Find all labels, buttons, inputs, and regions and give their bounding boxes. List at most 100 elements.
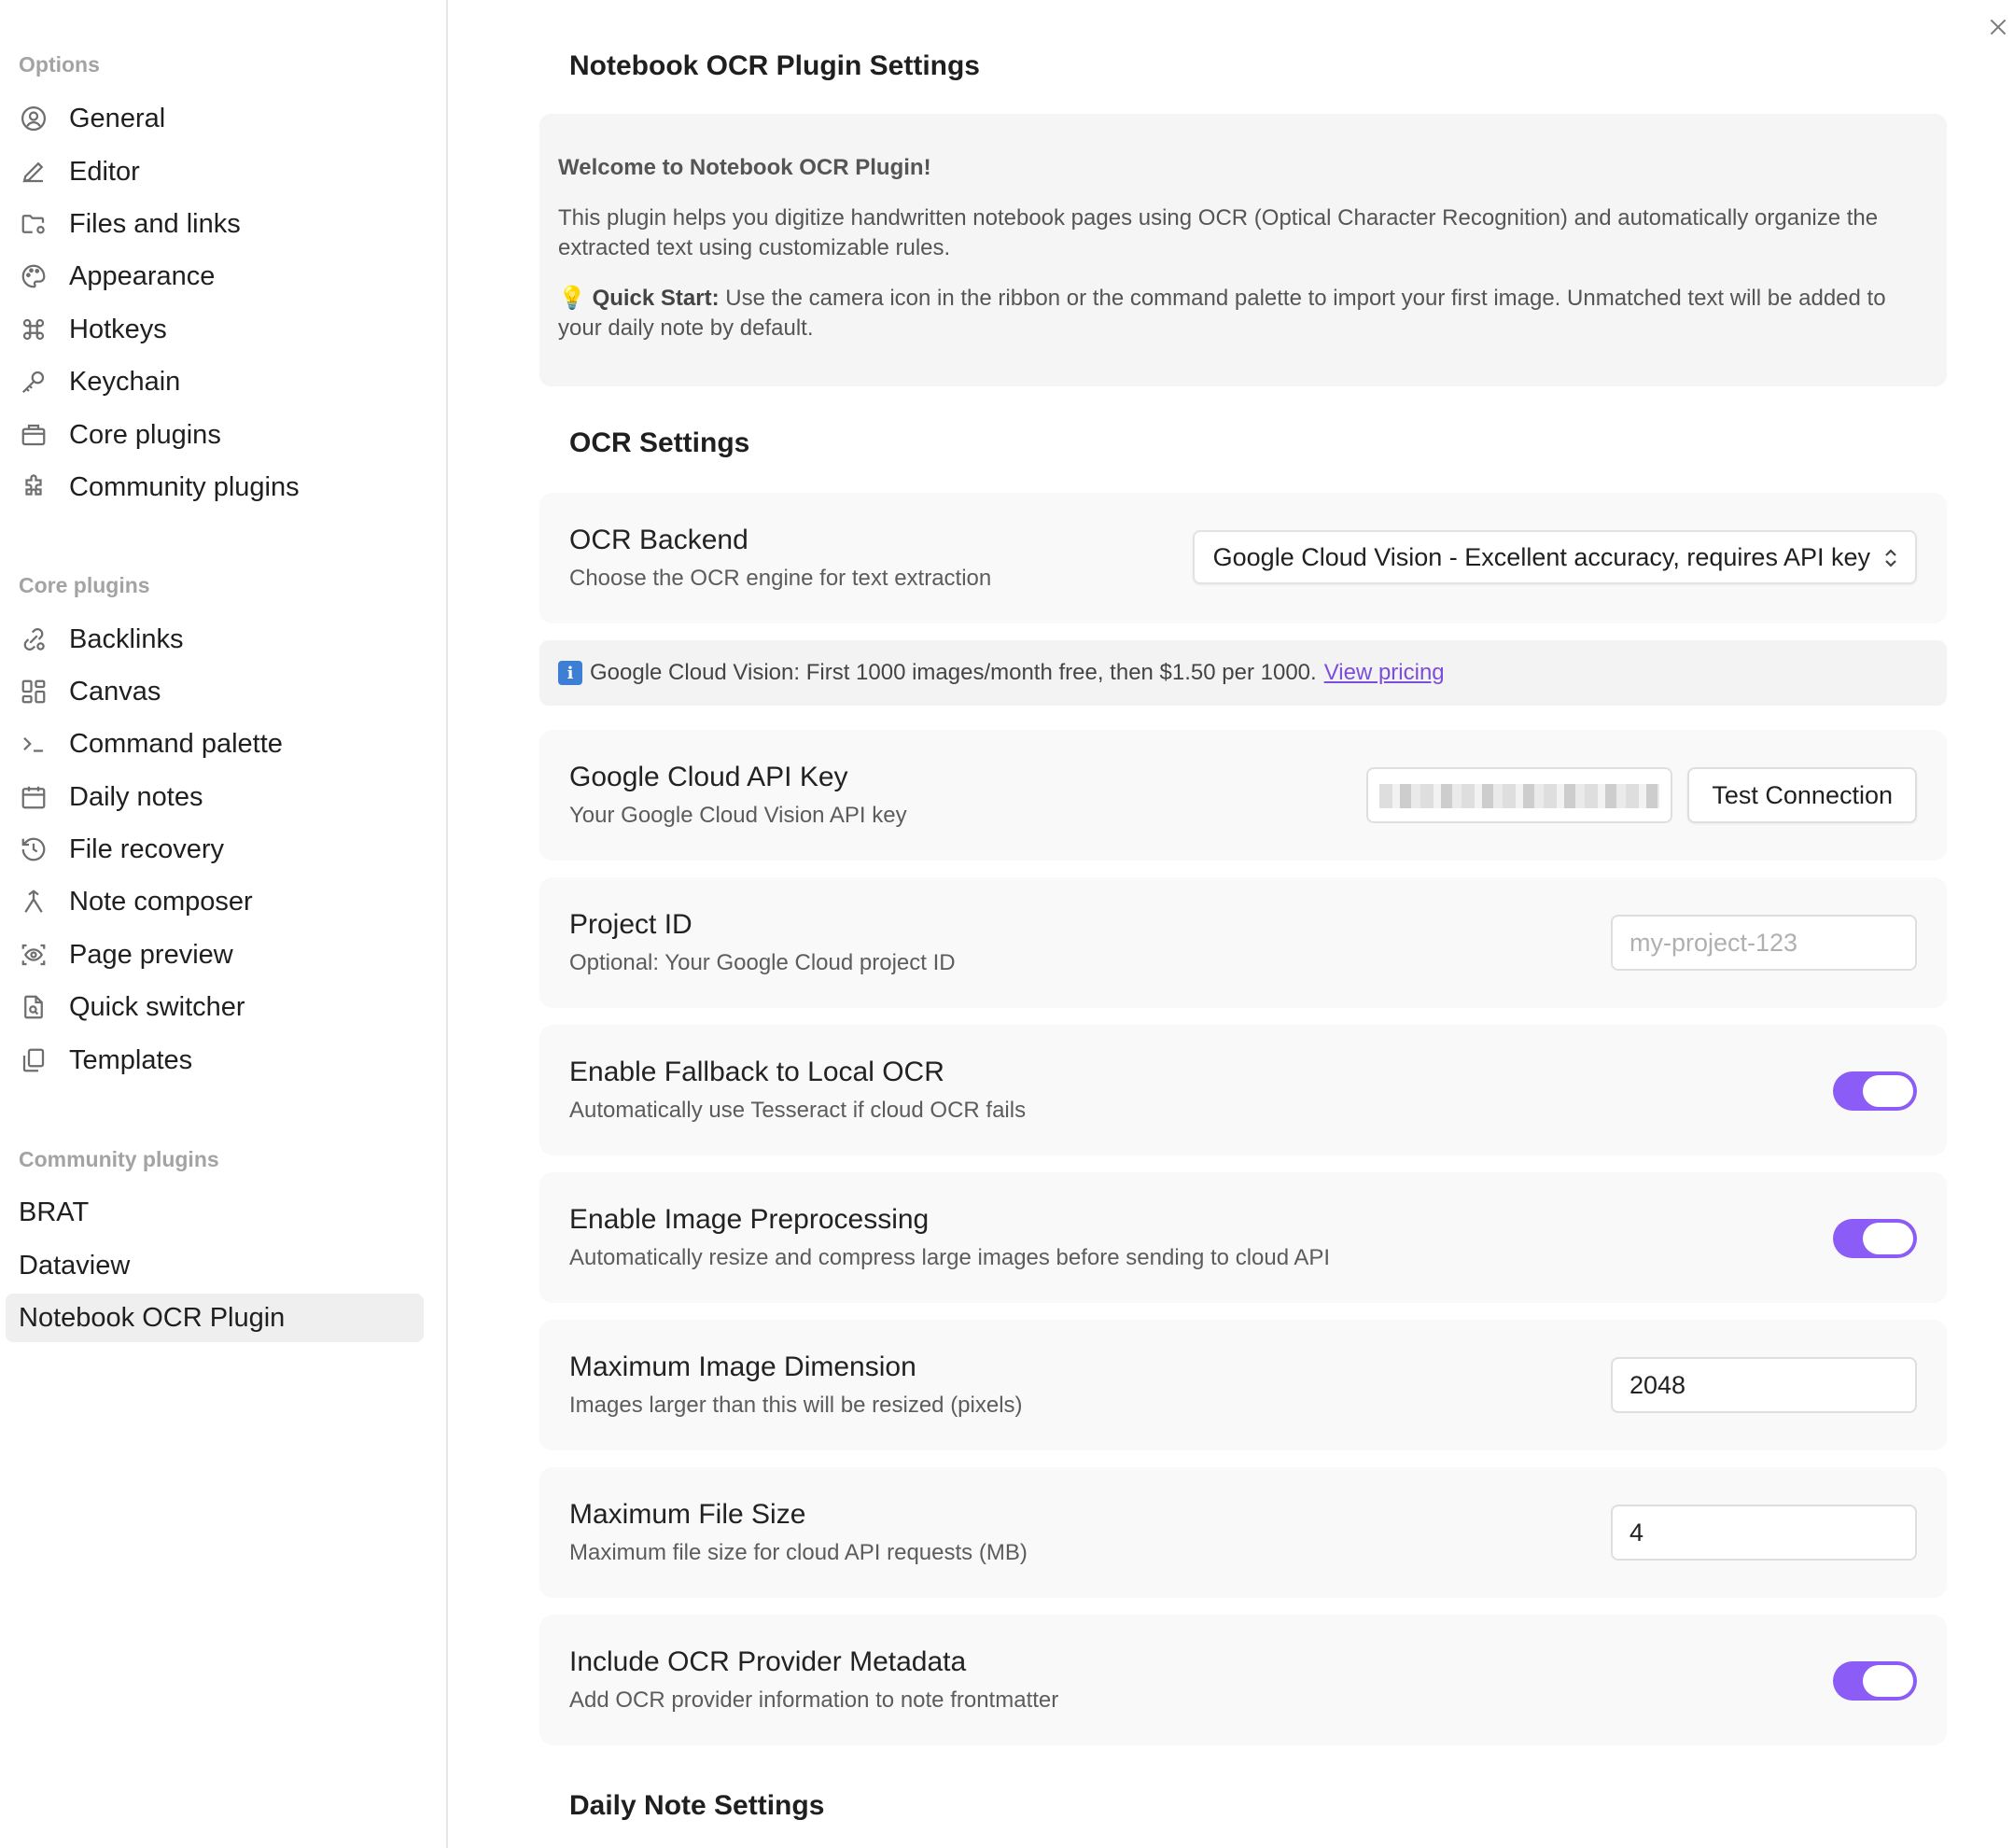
sidebar-item-label: Files and links [69, 208, 241, 239]
sidebar-item-core-plugins[interactable]: Core plugins [6, 411, 424, 459]
terminal-icon [19, 729, 49, 759]
sidebar-item-page-preview[interactable]: Page preview [6, 931, 424, 979]
sidebar-item-command-palette[interactable]: Command palette [6, 720, 424, 768]
community-plugins-heading: Community plugins [19, 1147, 219, 1171]
merge-icon [19, 887, 49, 917]
sidebar-item-label: Page preview [69, 939, 233, 970]
sidebar-item-quick-switcher[interactable]: Quick switcher [6, 983, 424, 1031]
pricing-notice: i Google Cloud Vision: First 1000 images… [539, 640, 1947, 706]
sidebar-item-label: Keychain [69, 366, 181, 397]
setting-description: Your Google Cloud Vision API key [569, 803, 907, 828]
setting-name: Include OCR Provider Metadata [569, 1646, 967, 1677]
daily-note-settings-heading: Daily Note Settings [569, 1790, 825, 1821]
sidebar-item-label: Command palette [69, 728, 283, 759]
setting-description: Add OCR provider information to note fro… [569, 1687, 1059, 1713]
setting-name: OCR Backend [569, 525, 748, 555]
user-circle-icon [19, 104, 49, 133]
core-plugins-heading: Core plugins [19, 573, 150, 597]
sidebar-item-label: Dataview [19, 1250, 131, 1281]
setting-max-image-dimension: Maximum Image Dimension Images larger th… [539, 1320, 1947, 1450]
setting-max-file-size: Maximum File Size Maximum file size for … [539, 1467, 1947, 1598]
view-pricing-link[interactable]: View pricing [1324, 660, 1445, 686]
toggle-knob [1863, 1075, 1913, 1107]
redacted-api-key [1379, 784, 1659, 808]
sidebar-item-keychain[interactable]: Keychain [6, 357, 424, 406]
key-icon [19, 367, 49, 397]
max-image-dimension-input[interactable] [1611, 1357, 1917, 1413]
toggle-knob [1863, 1223, 1913, 1254]
setting-image-preprocessing: Enable Image Preprocessing Automatically… [539, 1172, 1947, 1303]
sidebar-item-notebook-ocr-plugin[interactable]: Notebook OCR Plugin [6, 1294, 424, 1342]
sidebar-item-backlinks[interactable]: Backlinks [6, 615, 424, 664]
sidebar-item-note-composer[interactable]: Note composer [6, 877, 424, 926]
setting-name: Project ID [569, 909, 692, 940]
sidebar-item-daily-notes[interactable]: Daily notes [6, 773, 424, 821]
quick-start-label: Quick Start: [592, 286, 720, 311]
setting-project-id: Project ID Optional: Your Google Cloud p… [539, 877, 1947, 1008]
sidebar-item-brat[interactable]: BRAT [6, 1188, 424, 1237]
setting-ocr-backend: OCR Backend Choose the OCR engine for te… [539, 493, 1947, 623]
sidebar-item-templates[interactable]: Templates [6, 1036, 424, 1085]
sidebar-item-label: Canvas [69, 676, 161, 707]
puzzle-icon [19, 472, 49, 502]
command-icon [19, 315, 49, 344]
setting-description: Automatically use Tesseract if cloud OCR… [569, 1098, 1027, 1123]
ocr-backend-selected: Google Cloud Vision - Excellent accuracy… [1212, 542, 1870, 571]
sidebar-item-appearance[interactable]: Appearance [6, 252, 424, 301]
setting-description: Optional: Your Google Cloud project ID [569, 950, 956, 975]
setting-description: Choose the OCR engine for text extractio… [569, 566, 992, 591]
sidebar-item-hotkeys[interactable]: Hotkeys [6, 305, 424, 354]
close-button[interactable] [1982, 11, 2014, 43]
sidebar-item-editor[interactable]: Editor [6, 147, 424, 196]
sidebar-item-label: Editor [69, 156, 140, 187]
sidebar-item-general[interactable]: General [6, 94, 424, 143]
palette-icon [19, 261, 49, 291]
ocr-backend-select[interactable]: Google Cloud Vision - Excellent accuracy… [1192, 530, 1917, 584]
pencil-icon [19, 157, 49, 187]
sidebar-item-label: BRAT [19, 1197, 90, 1227]
copy-icon [19, 1045, 49, 1075]
setting-description: Images larger than this will be resized … [569, 1393, 1023, 1418]
project-id-input[interactable] [1611, 915, 1917, 971]
setting-name: Enable Fallback to Local OCR [569, 1057, 944, 1087]
sidebar-item-label: Quick switcher [69, 991, 245, 1022]
sidebar-item-community-plugins[interactable]: Community plugins [6, 463, 424, 511]
sidebar-item-file-recovery[interactable]: File recovery [6, 825, 424, 874]
sidebar-item-files-and-links[interactable]: Files and links [6, 200, 424, 248]
calendar-icon [19, 782, 49, 812]
pricing-notice-text: Google Cloud Vision: First 1000 images/m… [590, 660, 1317, 685]
briefcase-icon [19, 420, 49, 450]
setting-name: Google Cloud API Key [569, 762, 848, 792]
sidebar-item-label: Hotkeys [69, 314, 167, 344]
setting-name: Maximum File Size [569, 1499, 806, 1530]
welcome-heading: Welcome to Notebook OCR Plugin! [558, 155, 931, 180]
lightbulb-icon: 💡 [558, 286, 586, 311]
link-search-icon [19, 624, 49, 654]
ocr-settings-heading: OCR Settings [569, 427, 750, 458]
quick-start-text: 💡 Quick Start: Use the camera icon in th… [558, 284, 1928, 343]
sidebar-item-label: Daily notes [69, 781, 203, 812]
fallback-local-ocr-toggle[interactable] [1833, 1071, 1917, 1111]
info-icon: i [558, 661, 582, 685]
toggle-knob [1863, 1665, 1913, 1697]
scan-eye-icon [19, 940, 49, 970]
sidebar-item-dataview[interactable]: Dataview [6, 1241, 424, 1290]
test-connection-button[interactable]: Test Connection [1687, 767, 1917, 823]
quick-start-body: Use the camera icon in the ribbon or the… [558, 286, 1886, 341]
setting-description: Automatically resize and compress large … [569, 1245, 1331, 1270]
grid-icon [19, 677, 49, 707]
setting-provider-metadata: Include OCR Provider Metadata Add OCR pr… [539, 1615, 1947, 1745]
sidebar-item-label: General [69, 103, 166, 133]
image-preprocessing-toggle[interactable] [1833, 1219, 1917, 1258]
provider-metadata-toggle[interactable] [1833, 1661, 1917, 1701]
sidebar-item-label: Backlinks [69, 623, 184, 654]
sidebar-item-label: Notebook OCR Plugin [19, 1302, 286, 1333]
page-title: Notebook OCR Plugin Settings [569, 50, 980, 81]
sidebar-item-canvas[interactable]: Canvas [6, 667, 424, 716]
sidebar-item-label: File recovery [69, 833, 224, 864]
api-key-input[interactable] [1366, 767, 1672, 823]
sidebar-item-label: Appearance [69, 260, 216, 291]
max-file-size-input[interactable] [1611, 1505, 1917, 1561]
history-icon [19, 834, 49, 864]
sidebar-item-label: Core plugins [69, 419, 221, 450]
